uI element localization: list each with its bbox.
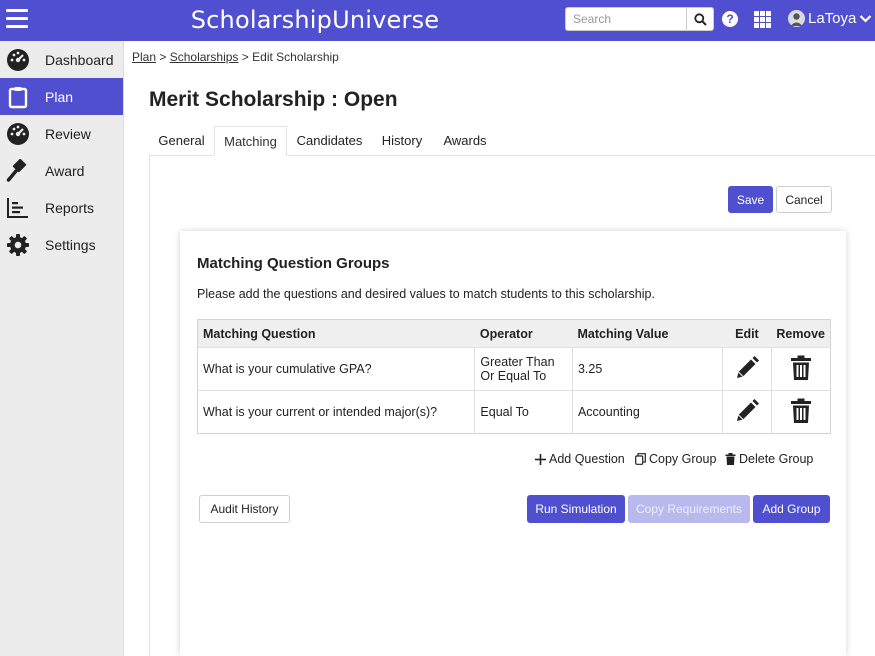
add-question-link[interactable]: Add Question	[535, 452, 625, 466]
column-header-operator: Operator	[474, 319, 573, 348]
user-menu[interactable]: LaToya	[788, 10, 872, 27]
breadcrumb-separator: >	[241, 50, 249, 64]
brand-title: ScholarshipUniverse	[190, 6, 440, 34]
tab-awards[interactable]: Awards	[436, 126, 494, 156]
tab-matching[interactable]: Matching	[214, 126, 287, 156]
sidebar-item-label: Reports	[45, 199, 95, 216]
tab-general[interactable]: General	[149, 126, 214, 156]
sidebar: Dashboard Plan Review Award Reports Sett…	[0, 41, 124, 656]
sidebar-item-label: Dashboard	[45, 51, 114, 68]
sidebar-item-label: Settings	[45, 236, 96, 253]
remove-cell	[770, 390, 831, 434]
sidebar-item-dashboard[interactable]: Dashboard	[0, 41, 123, 78]
breadcrumb-scholarships-link[interactable]: Scholarships	[170, 50, 239, 64]
column-header-question: Matching Question	[197, 319, 475, 348]
trash-icon[interactable]	[790, 355, 812, 384]
matching-questions-table: Matching Question Operator Matching Valu…	[197, 319, 831, 434]
breadcrumb-separator: >	[159, 50, 167, 64]
gauge-icon	[6, 122, 30, 146]
question-cell: What is your cumulative GPA?	[197, 347, 475, 391]
edit-cell	[722, 390, 772, 434]
gear-icon	[6, 233, 30, 257]
tab-history[interactable]: History	[372, 126, 432, 156]
plus-icon	[535, 453, 546, 465]
chevron-down-icon	[860, 14, 872, 23]
sidebar-item-plan[interactable]: Plan	[0, 78, 123, 115]
card-description: Please add the questions and desired val…	[197, 287, 655, 301]
clipboard-icon	[6, 85, 30, 109]
sidebar-item-label: Review	[45, 125, 91, 142]
delete-group-label: Delete Group	[739, 452, 814, 466]
avatar	[788, 10, 805, 27]
value-cell: Accounting	[571, 390, 723, 434]
help-icon[interactable]: ?	[722, 11, 738, 27]
operator-cell: Equal To	[474, 390, 573, 434]
column-header-edit: Edit	[722, 319, 772, 348]
breadcrumb: Plan > Scholarships > Edit Scholarship	[132, 50, 339, 64]
sidebar-item-label: Award	[45, 162, 85, 179]
copy-group-label: Copy Group	[649, 452, 717, 466]
audit-history-button[interactable]: Audit History	[199, 495, 290, 523]
search-box	[565, 7, 714, 31]
column-header-remove: Remove	[771, 319, 831, 348]
search-button[interactable]	[686, 7, 714, 31]
sidebar-item-reports[interactable]: Reports	[0, 189, 123, 226]
bar-chart-icon	[6, 196, 30, 220]
page-title: Merit Scholarship : Open	[149, 88, 398, 111]
apps-grid-icon[interactable]	[754, 11, 771, 28]
user-name: LaToya	[808, 10, 857, 27]
sidebar-item-settings[interactable]: Settings	[0, 226, 123, 263]
gavel-icon	[6, 159, 30, 183]
tab-bar: General Matching Candidates History Awar…	[149, 126, 875, 156]
delete-group-link[interactable]: Delete Group	[725, 452, 813, 466]
breadcrumb-current: Edit Scholarship	[252, 50, 339, 64]
table-row: What is your cumulative GPA? Greater Tha…	[197, 347, 831, 391]
tab-candidates[interactable]: Candidates	[289, 126, 370, 156]
question-cell: What is your current or intended major(s…	[197, 390, 475, 434]
edit-cell	[722, 347, 772, 391]
sidebar-item-award[interactable]: Award	[0, 152, 123, 189]
copy-requirements-button: Copy Requirements	[628, 495, 750, 523]
pencil-icon[interactable]	[734, 355, 760, 384]
top-bar: ScholarshipUniverse ? LaToya	[0, 0, 875, 41]
sidebar-item-label: Plan	[45, 88, 74, 105]
search-input[interactable]	[565, 7, 686, 31]
breadcrumb-plan-link[interactable]: Plan	[132, 50, 156, 64]
cancel-button[interactable]: Cancel	[776, 186, 832, 213]
column-header-value: Matching Value	[572, 319, 723, 348]
sidebar-item-review[interactable]: Review	[0, 115, 123, 152]
run-simulation-button[interactable]: Run Simulation	[527, 495, 625, 523]
copy-group-link[interactable]: Copy Group	[635, 452, 716, 466]
operator-cell: Greater Than Or Equal To	[474, 347, 573, 391]
copy-icon	[635, 453, 646, 465]
add-question-label: Add Question	[549, 452, 625, 466]
gauge-icon	[6, 48, 30, 72]
table-header-row: Matching Question Operator Matching Valu…	[197, 319, 831, 348]
save-button[interactable]: Save	[728, 186, 773, 213]
table-row: What is your current or intended major(s…	[197, 390, 831, 434]
trash-icon	[725, 453, 736, 465]
value-cell: 3.25	[571, 347, 723, 391]
card-title: Matching Question Groups	[197, 255, 390, 272]
matching-question-groups-card: Matching Question Groups Please add the …	[180, 231, 846, 656]
trash-icon[interactable]	[790, 398, 812, 427]
search-icon	[693, 12, 707, 26]
pencil-icon[interactable]	[734, 398, 760, 427]
remove-cell	[770, 347, 831, 391]
add-group-button[interactable]: Add Group	[753, 495, 830, 523]
